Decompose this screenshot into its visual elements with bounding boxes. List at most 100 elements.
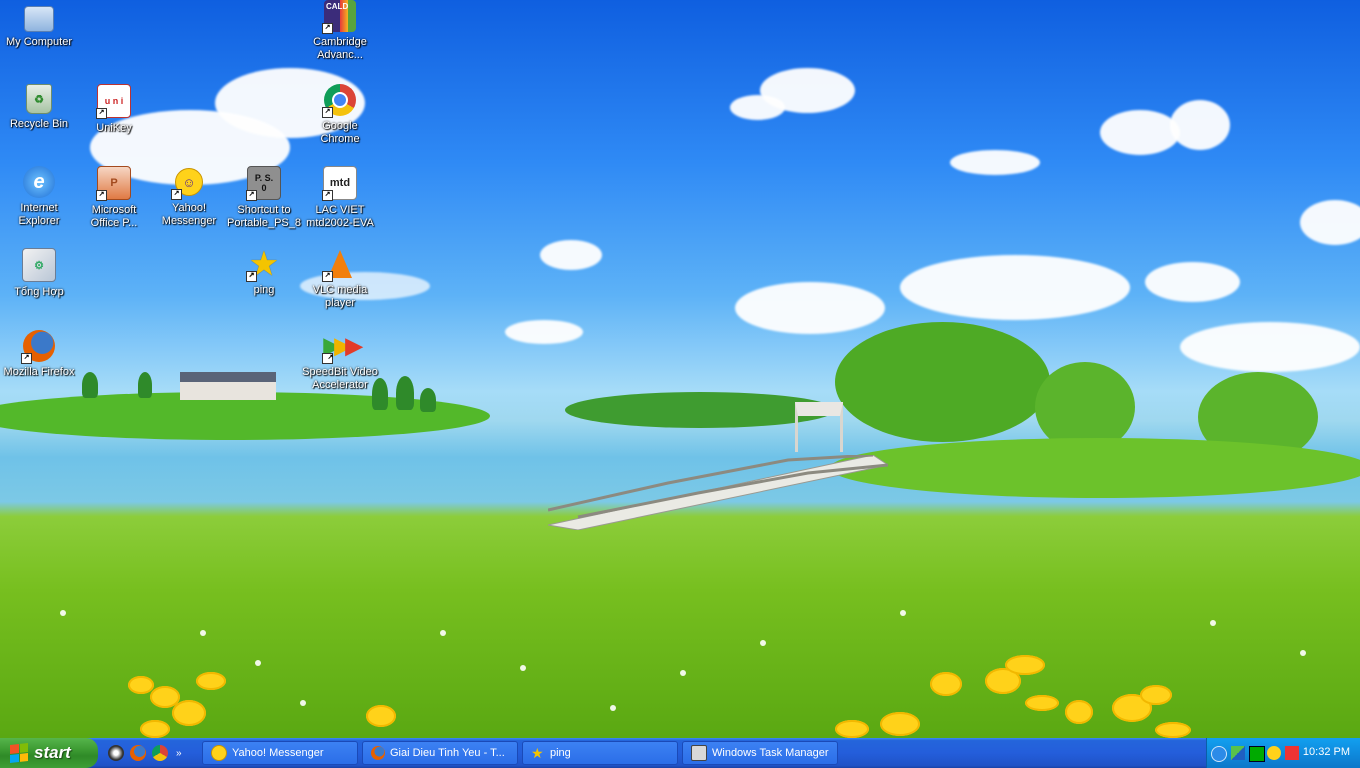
photoshop-portable-icon: P. S. 0 ↗ <box>246 166 281 201</box>
quicklaunch-more-chevron-icon[interactable]: » <box>176 748 182 759</box>
desktop-icon-speedbit[interactable]: ▶▶▶ ↗ SpeedBit Video Accelerator <box>302 330 378 392</box>
vlc-cone-icon: ↗ <box>322 248 356 282</box>
gazebo <box>795 402 843 452</box>
pine-tree <box>420 388 436 412</box>
cloud <box>1170 100 1230 150</box>
task-ping[interactable]: ★ ping <box>522 741 678 765</box>
task-firefox-giai-dieu[interactable]: Giai Dieu Tinh Yeu - T... <box>362 741 518 765</box>
desktop-icon-firefox[interactable]: ↗ Mozilla Firefox <box>1 330 77 379</box>
cloud <box>1100 110 1180 155</box>
yahoo-tray-icon[interactable] <box>1267 746 1281 760</box>
daisy <box>610 705 616 711</box>
network-icon[interactable] <box>1231 746 1245 760</box>
shortcut-arrow-icon: ↗ <box>246 190 257 201</box>
task-windows-task-manager[interactable]: Windows Task Manager <box>682 741 838 765</box>
tray-expand-chevron-icon[interactable] <box>1211 746 1227 762</box>
control-panel-icon: ⚙ <box>22 248 56 282</box>
shortcut-arrow-icon: ↗ <box>21 353 32 364</box>
dandelion <box>366 705 396 727</box>
desktop-icon-ping[interactable]: ★ ↗ ping <box>226 248 302 297</box>
speedbit-arrow: ▶ <box>345 333 362 358</box>
desktop-icon-tong-hop[interactable]: ⚙ Tổng Hợp <box>1 248 77 299</box>
star-icon: ★ ↗ <box>246 248 280 282</box>
dandelion <box>930 672 962 696</box>
desktop-icon-google-chrome[interactable]: ↗ Google Chrome <box>302 84 378 146</box>
shortcut-arrow-icon: ↗ <box>322 107 333 118</box>
desktop[interactable]: My Computer CALD ↗ Cambridge Advanc... ♻… <box>0 0 1360 738</box>
cloud <box>1180 322 1360 372</box>
firefox-quicklaunch-icon[interactable] <box>130 745 146 761</box>
cambridge-dictionary-icon: CALD ↗ <box>322 0 356 34</box>
daisy <box>440 630 446 636</box>
desktop-icon-yahoo-messenger[interactable]: ☺ ↗ Yahoo! Messenger <box>151 166 227 228</box>
daisy <box>1300 650 1306 656</box>
daisy <box>1210 620 1216 626</box>
shortcut-arrow-icon: ↗ <box>322 190 333 201</box>
shortcut-arrow-icon: ↗ <box>171 189 182 200</box>
shortcut-arrow-icon: ↗ <box>322 353 334 364</box>
chrome-icon: ↗ <box>322 84 356 118</box>
shortcut-arrow-icon: ↗ <box>246 271 257 282</box>
yahoo-smiley-icon <box>211 745 227 761</box>
lac-viet-icon: mtd ↗ <box>322 166 357 201</box>
system-tray: 10:32 PM <box>1206 738 1360 768</box>
cloud <box>1145 262 1240 302</box>
house <box>180 372 276 400</box>
daisy <box>900 610 906 616</box>
dandelion <box>172 700 206 726</box>
dandelion <box>1025 695 1059 711</box>
pine-tree <box>396 376 414 410</box>
dandelion <box>140 720 170 738</box>
shortcut-arrow-icon: ↗ <box>96 108 107 119</box>
cloud <box>900 255 1130 320</box>
dandelion <box>880 712 920 736</box>
desktop-icon-office-powerpoint[interactable]: P ↗ Microsoft Office P... <box>76 166 152 230</box>
cloud <box>1300 200 1360 245</box>
desktop-icon-cambridge[interactable]: CALD ↗ Cambridge Advanc... <box>302 0 378 62</box>
task-yahoo-messenger[interactable]: Yahoo! Messenger <box>202 741 358 765</box>
recycle-bin-icon: ♻ <box>26 84 52 114</box>
cloud <box>735 282 885 334</box>
shortcut-arrow-icon: ↗ <box>322 23 333 34</box>
start-button[interactable]: start <box>0 738 98 768</box>
speedbit-arrow: ▶ <box>334 333 352 358</box>
right-island <box>830 438 1360 498</box>
shortcut-arrow-icon: ↗ <box>96 190 107 201</box>
daisy <box>300 700 306 706</box>
task-manager-icon <box>691 745 707 761</box>
desktop-icon-internet-explorer[interactable]: e Internet Explorer <box>1 166 77 228</box>
computer-icon <box>24 6 54 32</box>
desktop-icon-unikey[interactable]: u n i ↗ UniKey <box>76 84 152 135</box>
chrome-center <box>332 92 348 108</box>
speedbit-arrows-icon: ▶▶▶ ↗ <box>322 330 362 364</box>
cloud <box>540 240 602 270</box>
desktop-icon-portable-ps[interactable]: P. S. 0 ↗ Shortcut to Portable_PS_8 <box>226 166 302 230</box>
windows-logo-icon <box>10 743 28 763</box>
cloud <box>505 320 583 344</box>
desktop-icon-lac-viet[interactable]: mtd ↗ LAC VIET mtd2002-EVA <box>302 166 378 230</box>
show-desktop-icon[interactable] <box>108 745 124 761</box>
daisy <box>255 660 261 666</box>
cpu-meter-icon[interactable] <box>1249 746 1265 762</box>
dandelion <box>1140 685 1172 705</box>
daisy <box>760 640 766 646</box>
chrome-quicklaunch-icon[interactable] <box>152 745 168 761</box>
desktop-icon-recycle-bin[interactable]: ♻ Recycle Bin <box>1 84 77 131</box>
internet-explorer-icon: e <box>23 166 55 198</box>
cloud <box>730 95 785 120</box>
desktop-icon-my-computer[interactable]: My Computer <box>1 2 77 49</box>
unikey-icon: u n i ↗ <box>96 84 131 119</box>
dandelion <box>196 672 226 690</box>
dandelion <box>1005 655 1045 675</box>
start-label: start <box>34 743 71 762</box>
yahoo-messenger-icon: ☺ ↗ <box>171 166 205 200</box>
shortcut-arrow-icon: ↗ <box>322 271 333 282</box>
unikey-tray-icon[interactable] <box>1285 746 1299 760</box>
cloud <box>950 150 1040 175</box>
pine-tree <box>82 372 98 398</box>
quick-launch-bar: » <box>108 743 182 763</box>
wooden-bridge <box>548 455 888 530</box>
pine-tree <box>138 372 152 398</box>
firefox-icon: ↗ <box>21 330 55 364</box>
desktop-icon-vlc[interactable]: ↗ VLC media player <box>302 248 378 310</box>
